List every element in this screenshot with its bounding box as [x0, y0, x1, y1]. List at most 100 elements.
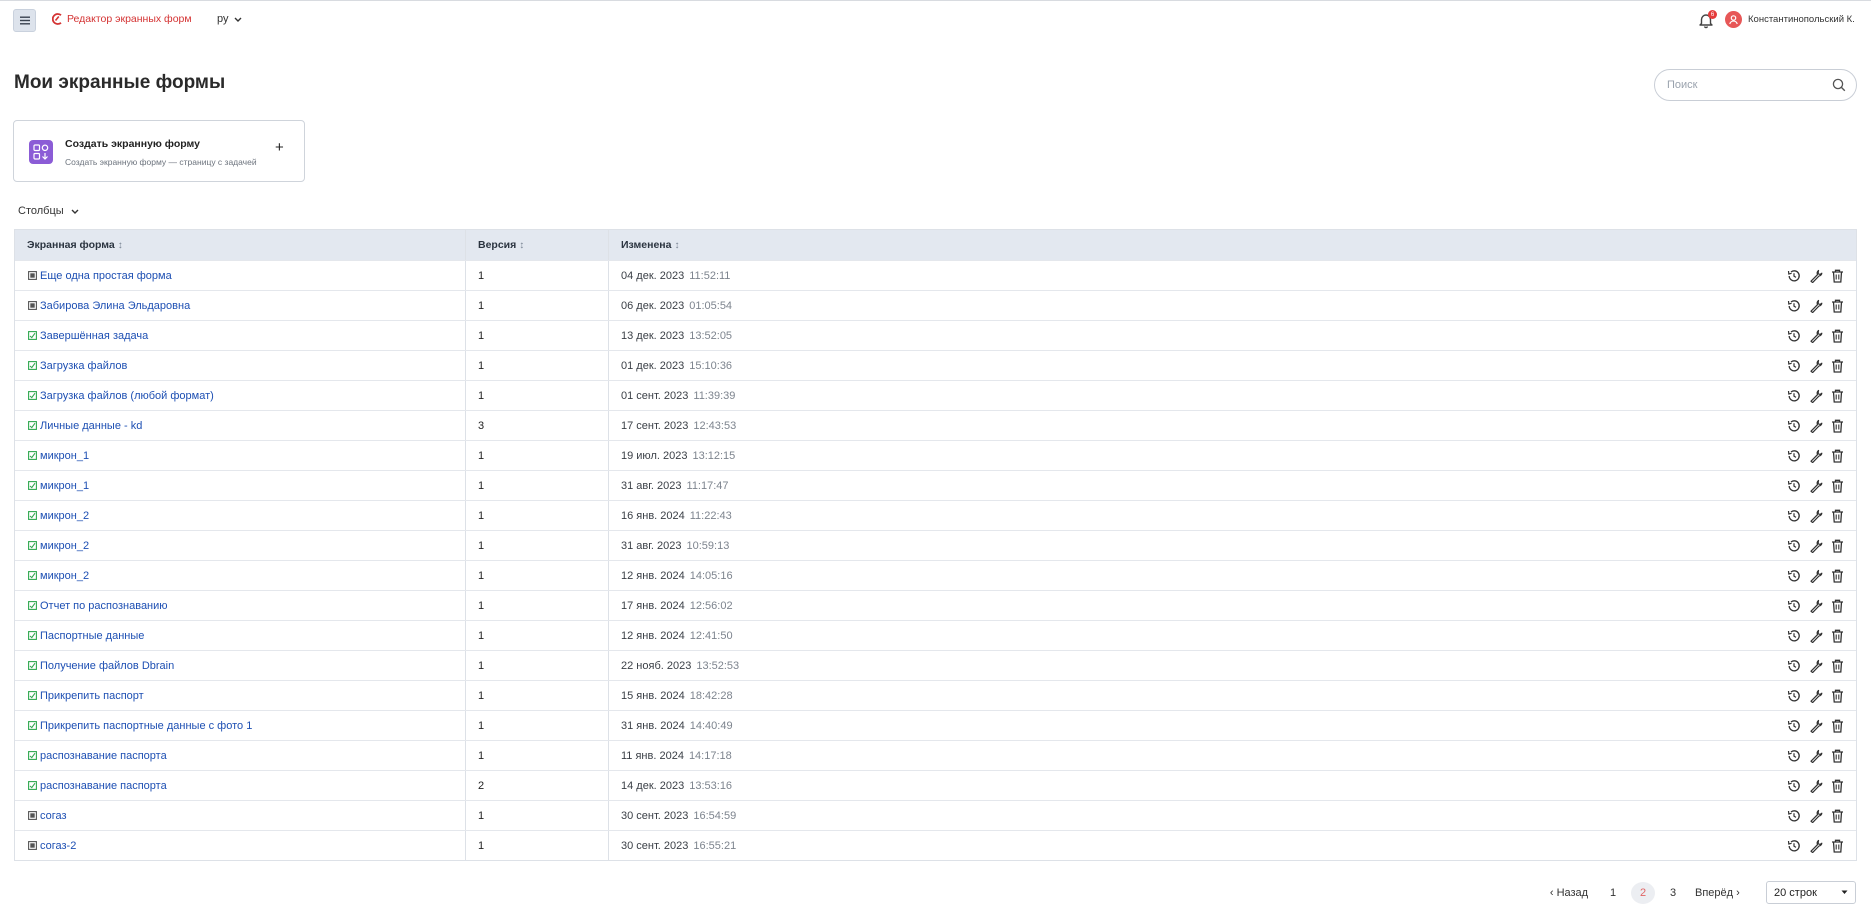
notifications-button[interactable]: 6: [1697, 10, 1717, 31]
sort-icon[interactable]: ↕: [519, 240, 524, 251]
search-input[interactable]: [1667, 79, 1832, 91]
history-icon[interactable]: [1786, 388, 1801, 403]
history-icon[interactable]: [1786, 658, 1801, 673]
wrench-icon[interactable]: [1808, 748, 1823, 763]
history-icon[interactable]: [1786, 448, 1801, 463]
form-link[interactable]: распознавание паспорта: [40, 780, 167, 792]
search-box[interactable]: [1654, 69, 1857, 101]
form-link[interactable]: микрон_1: [40, 480, 89, 492]
trash-icon[interactable]: [1830, 418, 1845, 433]
history-icon[interactable]: [1786, 418, 1801, 433]
wrench-icon[interactable]: [1808, 418, 1823, 433]
history-icon[interactable]: [1786, 268, 1801, 283]
wrench-icon[interactable]: [1808, 538, 1823, 553]
history-icon[interactable]: [1786, 808, 1801, 823]
trash-icon[interactable]: [1830, 568, 1845, 583]
prev-page-button[interactable]: ‹ Назад: [1547, 882, 1591, 904]
form-link[interactable]: Забирова Элина Эльдаровна: [40, 300, 190, 312]
form-link[interactable]: Отчет по распознаванию: [40, 600, 168, 612]
trash-icon[interactable]: [1830, 838, 1845, 853]
trash-icon[interactable]: [1830, 478, 1845, 493]
sort-icon[interactable]: ↕: [118, 240, 123, 251]
trash-icon[interactable]: [1830, 718, 1845, 733]
columns-toggle[interactable]: Столбцы: [18, 205, 79, 217]
history-icon[interactable]: [1786, 778, 1801, 793]
trash-icon[interactable]: [1830, 358, 1845, 373]
column-header-form[interactable]: Экранная форма ↕: [15, 230, 466, 260]
wrench-icon[interactable]: [1808, 628, 1823, 643]
wrench-icon[interactable]: [1808, 478, 1823, 493]
history-icon[interactable]: [1786, 328, 1801, 343]
form-link[interactable]: Завершённая задача: [40, 330, 148, 342]
page-button-1[interactable]: 1: [1601, 882, 1625, 904]
page-button-3[interactable]: 3: [1661, 882, 1685, 904]
search-icon[interactable]: [1832, 78, 1846, 92]
wrench-icon[interactable]: [1808, 508, 1823, 523]
wrench-icon[interactable]: [1808, 568, 1823, 583]
history-icon[interactable]: [1786, 478, 1801, 493]
history-icon[interactable]: [1786, 748, 1801, 763]
trash-icon[interactable]: [1830, 388, 1845, 403]
form-link[interactable]: Еще одна простая форма: [40, 270, 172, 282]
app-logo[interactable]: Редактор экранных форм: [52, 13, 192, 25]
form-link[interactable]: Личные данные - kd: [40, 420, 142, 432]
menu-button[interactable]: [13, 9, 36, 32]
history-icon[interactable]: [1786, 688, 1801, 703]
trash-icon[interactable]: [1830, 508, 1845, 523]
wrench-icon[interactable]: [1808, 358, 1823, 373]
form-link[interactable]: Паспортные данные: [40, 630, 144, 642]
form-link[interactable]: распознавание паспорта: [40, 750, 167, 762]
plus-icon[interactable]: +: [275, 139, 284, 156]
trash-icon[interactable]: [1830, 748, 1845, 763]
trash-icon[interactable]: [1830, 688, 1845, 703]
trash-icon[interactable]: [1830, 538, 1845, 553]
column-header-changed[interactable]: Изменена ↕: [609, 230, 1856, 260]
wrench-icon[interactable]: [1808, 298, 1823, 313]
form-link[interactable]: Получение файлов Dbrain: [40, 660, 174, 672]
history-icon[interactable]: [1786, 718, 1801, 733]
wrench-icon[interactable]: [1808, 328, 1823, 343]
trash-icon[interactable]: [1830, 808, 1845, 823]
create-form-card[interactable]: Создать экранную форму Создать экранную …: [13, 120, 305, 182]
language-select[interactable]: ру: [217, 13, 242, 25]
sort-icon[interactable]: ↕: [674, 240, 679, 251]
rows-per-page-select[interactable]: 20 строк: [1766, 881, 1856, 904]
history-icon[interactable]: [1786, 538, 1801, 553]
form-link[interactable]: микрон_2: [40, 510, 89, 522]
user-menu[interactable]: Константинопольский К.: [1725, 11, 1855, 28]
form-link[interactable]: Прикрепить паспортные данные с фото 1: [40, 720, 252, 732]
trash-icon[interactable]: [1830, 598, 1845, 613]
wrench-icon[interactable]: [1808, 778, 1823, 793]
form-link[interactable]: согаз-2: [40, 840, 76, 852]
wrench-icon[interactable]: [1808, 808, 1823, 823]
form-link[interactable]: микрон_1: [40, 450, 89, 462]
trash-icon[interactable]: [1830, 448, 1845, 463]
history-icon[interactable]: [1786, 568, 1801, 583]
form-link[interactable]: Прикрепить паспорт: [40, 690, 144, 702]
trash-icon[interactable]: [1830, 268, 1845, 283]
wrench-icon[interactable]: [1808, 598, 1823, 613]
wrench-icon[interactable]: [1808, 658, 1823, 673]
form-link[interactable]: микрон_2: [40, 540, 89, 552]
wrench-icon[interactable]: [1808, 448, 1823, 463]
page-button-2[interactable]: 2: [1631, 882, 1655, 904]
wrench-icon[interactable]: [1808, 688, 1823, 703]
history-icon[interactable]: [1786, 508, 1801, 523]
wrench-icon[interactable]: [1808, 388, 1823, 403]
form-link[interactable]: Загрузка файлов (любой формат): [40, 390, 214, 402]
trash-icon[interactable]: [1830, 628, 1845, 643]
trash-icon[interactable]: [1830, 328, 1845, 343]
form-link[interactable]: микрон_2: [40, 570, 89, 582]
history-icon[interactable]: [1786, 298, 1801, 313]
trash-icon[interactable]: [1830, 658, 1845, 673]
history-icon[interactable]: [1786, 838, 1801, 853]
wrench-icon[interactable]: [1808, 268, 1823, 283]
trash-icon[interactable]: [1830, 778, 1845, 793]
history-icon[interactable]: [1786, 358, 1801, 373]
next-page-button[interactable]: Вперёд ›: [1695, 882, 1740, 904]
column-header-version[interactable]: Версия ↕: [466, 230, 609, 260]
form-link[interactable]: согаз: [40, 810, 67, 822]
wrench-icon[interactable]: [1808, 718, 1823, 733]
trash-icon[interactable]: [1830, 298, 1845, 313]
history-icon[interactable]: [1786, 628, 1801, 643]
